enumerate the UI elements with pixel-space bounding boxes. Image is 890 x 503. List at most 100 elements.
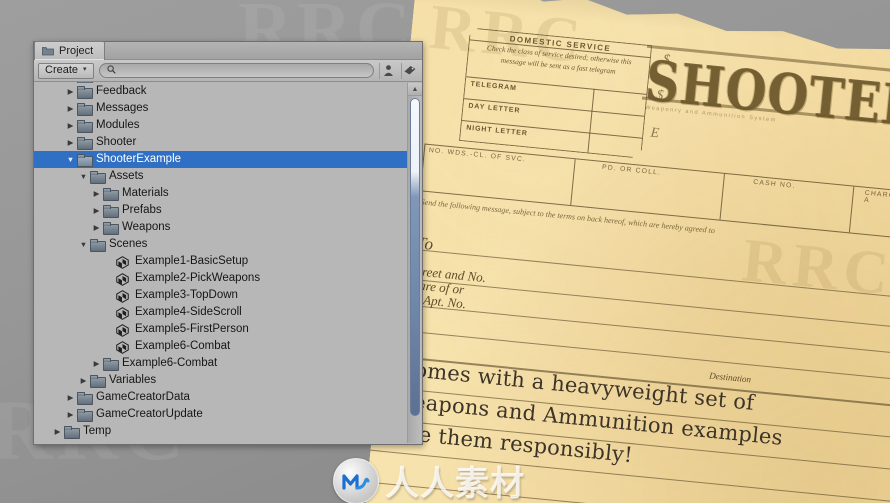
twisty-collapsed-icon[interactable]: ▶ (90, 206, 103, 215)
scrollbar-thumb[interactable] (410, 98, 420, 416)
project-tree-rows: ▶ Extra ▶ Feedback ▶ Messages ▶ Modules ▶ Shooter… (34, 82, 408, 440)
twisty-collapsed-icon[interactable]: ▶ (64, 138, 77, 147)
tree-row-example6-combat[interactable]: Example6-Combat (34, 338, 408, 355)
folder-icon (77, 136, 93, 150)
project-toolbar: Create ▾ (34, 60, 422, 82)
tree-row-example1-basicsetup[interactable]: Example1-BasicSetup (34, 253, 408, 270)
folder-icon (77, 391, 93, 405)
tree-row-modules[interactable]: ▶ Modules (34, 117, 408, 134)
e-symbol: E (649, 125, 660, 142)
tree-row-assets[interactable]: ▼ Assets (34, 168, 408, 185)
tree-row-label: ShooterExample (96, 152, 182, 165)
tree-row-label: Weapons (122, 220, 171, 233)
tree-row-label: Example3-TopDown (135, 288, 238, 301)
folder-icon (77, 408, 93, 422)
chevron-down-icon: ▾ (83, 66, 87, 73)
folder-icon (77, 85, 93, 99)
service-row-telegram[interactable]: TELEGRAM (470, 81, 517, 93)
twisty-collapsed-icon[interactable]: ▶ (64, 82, 77, 83)
unity-scene-icon (116, 323, 131, 337)
tree-row-label: Scenes (109, 237, 148, 250)
tree-row-prefabs[interactable]: ▶ Prefabs (34, 202, 408, 219)
tree-row-messages[interactable]: ▶ Messages (34, 100, 408, 117)
asset-store-icon[interactable] (379, 62, 396, 79)
folder-icon (90, 238, 106, 252)
unity-scene-icon (116, 340, 131, 354)
tree-row-example5-firstperson[interactable]: Example5-FirstPerson (34, 321, 408, 338)
tab-label: Project (59, 45, 94, 57)
tree-row-label: Messages (96, 101, 149, 114)
folder-icon (64, 425, 80, 439)
twisty-collapsed-icon[interactable]: ▶ (77, 376, 90, 385)
twisty-collapsed-icon[interactable]: ▶ (64, 410, 77, 419)
tree-row-feedback[interactable]: ▶ Feedback (34, 83, 408, 100)
scroll-up-arrow-icon[interactable]: ▲ (408, 83, 422, 96)
folder-icon (77, 153, 93, 167)
twisty-collapsed-icon[interactable]: ▶ (90, 223, 103, 232)
tree-row-label: Example2-PickWeapons (135, 271, 261, 284)
tree-row-scenes[interactable]: ▼ Scenes (34, 236, 408, 253)
unity-scene-icon (116, 289, 131, 303)
tree-row-weapons[interactable]: ▶ Weapons (34, 219, 408, 236)
twisty-collapsed-icon[interactable]: ▶ (90, 359, 103, 368)
tree-row-shooter[interactable]: ▶ Shooter (34, 134, 408, 151)
folder-icon (77, 102, 93, 116)
tree-row-label: Example6-Combat (122, 356, 218, 369)
vertical-scrollbar[interactable]: ▲ (407, 83, 422, 443)
create-button[interactable]: Create ▾ (38, 62, 94, 79)
tree-row-temp[interactable]: ▶ Temp (34, 423, 408, 440)
unity-scene-icon (116, 272, 131, 286)
tree-row-example6-combat[interactable]: ▶ Example6-Combat (34, 355, 408, 372)
tree-row-label: Feedback (96, 84, 147, 97)
tree-row-label: Shooter (96, 135, 137, 148)
folder-icon (103, 357, 119, 371)
twisty-collapsed-icon[interactable]: ▶ (90, 189, 103, 198)
tree-row-shooterexample[interactable]: ▼ ShooterExample (34, 151, 408, 168)
telegram-paper-sheet: RRC RRC DOMESTIC SERVICE Check the class… (359, 0, 890, 503)
tree-row-variables[interactable]: ▶ Variables (34, 372, 408, 389)
project-panel: Project Create ▾ ▶ Feedback ▶ Messages ▶… (33, 41, 423, 445)
tree-row-label: Extra (96, 82, 123, 83)
twisty-collapsed-icon[interactable]: ▶ (64, 393, 77, 402)
folder-icon (103, 187, 119, 201)
twisty-collapsed-icon[interactable]: ▶ (64, 104, 77, 113)
folder-icon (42, 46, 54, 56)
tree-row-example2-pickweapons[interactable]: Example2-PickWeapons (34, 270, 408, 287)
folder-icon (103, 221, 119, 235)
unity-scene-icon (116, 255, 131, 269)
twisty-expanded-icon[interactable]: ▼ (77, 172, 90, 181)
tree-row-label: Prefabs (122, 203, 162, 216)
service-row-day-letter[interactable]: DAY LETTER (468, 103, 521, 115)
twisty-collapsed-icon[interactable]: ▶ (64, 121, 77, 130)
screen-root: RRC RRC RRC RRC RRC RRC RRC DOMESTIC SER… (0, 0, 890, 503)
label-tag-icon[interactable] (401, 62, 418, 79)
folder-icon (77, 82, 93, 83)
tree-row-label: GameCreatorUpdate (96, 407, 203, 420)
telegram-document: RRC RRC DOMESTIC SERVICE Check the class… (359, 0, 890, 503)
tab-project[interactable]: Project (34, 41, 106, 60)
twisty-expanded-icon[interactable]: ▼ (64, 155, 77, 164)
create-button-label: Create (45, 64, 79, 76)
tree-row-gamecreatorupdate[interactable]: ▶ GameCreatorUpdate (34, 406, 408, 423)
tree-row-label: Example5-FirstPerson (135, 322, 249, 335)
twisty-collapsed-icon[interactable]: ▶ (64, 87, 77, 96)
twisty-collapsed-icon[interactable]: ▶ (51, 427, 64, 436)
tree-row-example4-sidescroll[interactable]: Example4-SideScroll (34, 304, 408, 321)
tree-row-gamecreatordata[interactable]: ▶ GameCreatorData (34, 389, 408, 406)
tree-row-materials[interactable]: ▶ Materials (34, 185, 408, 202)
tree-row-label: Example4-SideScroll (135, 305, 242, 318)
domestic-service-box: DOMESTIC SERVICE Check the class of serv… (459, 27, 652, 158)
tree-row-label: Variables (109, 373, 157, 386)
twisty-expanded-icon[interactable]: ▼ (77, 240, 90, 249)
folder-icon (90, 170, 106, 184)
tree-row-label: Materials (122, 186, 169, 199)
tree-row-label: GameCreatorData (96, 390, 190, 403)
search-input[interactable] (119, 65, 366, 76)
tree-row-example3-topdown[interactable]: Example3-TopDown (34, 287, 408, 304)
folder-icon (77, 119, 93, 133)
search-box[interactable] (98, 63, 374, 78)
grid-label-charge: CHARGE TO THE A (863, 189, 890, 205)
project-tree[interactable]: ▶ Extra ▶ Feedback ▶ Messages ▶ Modules ▶ Shooter… (34, 82, 422, 444)
panel-tabstrip: Project (34, 41, 422, 60)
tree-row-label: Modules (96, 118, 140, 131)
